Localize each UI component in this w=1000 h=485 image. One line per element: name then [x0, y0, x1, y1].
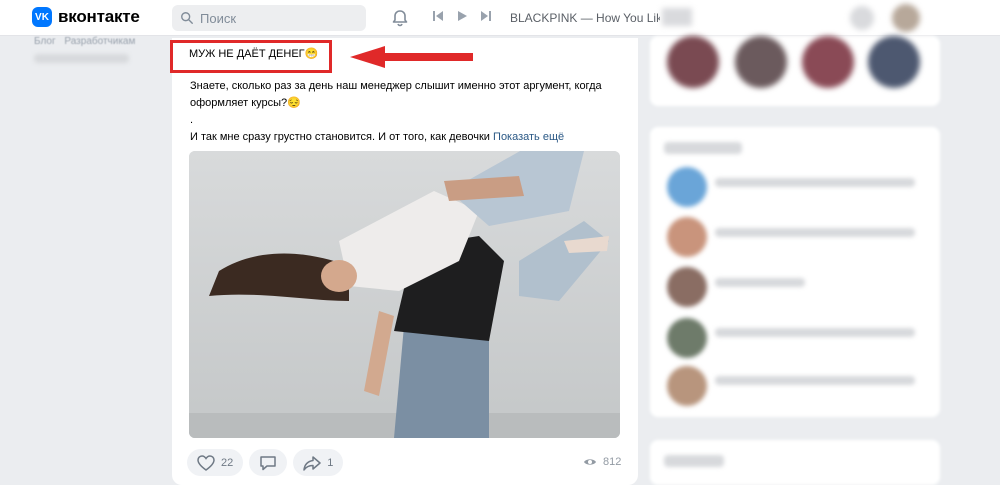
views-counter: 812 [583, 456, 621, 468]
avatar[interactable] [667, 318, 707, 358]
blurred-text-line [715, 376, 915, 385]
play-icon[interactable] [456, 10, 468, 22]
blurred-heading [664, 142, 742, 154]
story-avatar[interactable] [735, 36, 787, 88]
track-title[interactable]: BLACKPINK — How You Like That [510, 11, 660, 25]
like-button[interactable]: 22 [187, 449, 244, 476]
avatar[interactable] [667, 366, 707, 406]
bell-icon[interactable] [390, 8, 410, 28]
avatar[interactable] [667, 217, 707, 257]
vk-logo[interactable]: VK вконтакте [32, 7, 140, 27]
comment-icon [260, 455, 276, 470]
developers-link[interactable]: Разработчикам [64, 36, 135, 47]
avatar[interactable] [667, 267, 707, 307]
blurred-menu-line [34, 54, 129, 63]
vk-logo-mark: VK [32, 7, 52, 27]
post-text-line: И так мне сразу грустно становится. И от… [190, 129, 615, 146]
avatar[interactable] [667, 167, 707, 207]
vk-logo-text: вконтакте [58, 7, 140, 26]
left-footer-links: Блог Разработчикам [34, 36, 141, 47]
show-more-link[interactable]: Показать ещё [493, 131, 564, 143]
post-text-line: . [190, 114, 194, 126]
avatar[interactable] [892, 4, 920, 32]
next-icon[interactable] [480, 10, 492, 22]
blurred-text-line [715, 278, 805, 287]
blurred-text-line [715, 178, 915, 187]
heart-icon [197, 454, 215, 471]
comment-button[interactable] [249, 449, 288, 476]
share-icon [303, 455, 321, 471]
blurred-header-item [662, 8, 692, 26]
story-avatar[interactable] [868, 36, 920, 88]
post-photo[interactable] [189, 151, 620, 438]
post-text-fragment: И так мне сразу грустно становится. И от… [190, 131, 490, 143]
search-icon [181, 12, 193, 24]
top-header: VK вконтакте Поиск BLACKPINK — How You L… [0, 0, 1000, 36]
post-text: Знаете, сколько раз за день наш менеджер… [190, 78, 615, 146]
story-avatar[interactable] [667, 36, 719, 88]
share-button[interactable]: 1 [293, 449, 344, 476]
red-arrow-annotation [350, 46, 473, 68]
search-placeholder: Поиск [200, 10, 237, 26]
views-count: 812 [603, 456, 622, 468]
search-input[interactable]: Поиск [172, 5, 366, 31]
blurred-text-line [715, 328, 915, 337]
blurred-heading [664, 455, 724, 467]
blog-link[interactable]: Блог [34, 36, 56, 47]
post-text-line: Знаете, сколько раз за день наш менеджер… [190, 80, 602, 109]
story-avatar[interactable] [802, 36, 854, 88]
audio-player [432, 10, 492, 22]
like-count: 22 [221, 456, 234, 469]
eye-icon [584, 459, 596, 465]
share-count: 1 [327, 456, 334, 469]
post-actions: 22 1 [187, 449, 344, 476]
blurred-text-line [715, 228, 915, 237]
couple-photo [189, 151, 620, 438]
previous-icon[interactable] [432, 10, 444, 22]
blurred-header-icon [850, 6, 874, 30]
highlight-box [170, 40, 332, 73]
